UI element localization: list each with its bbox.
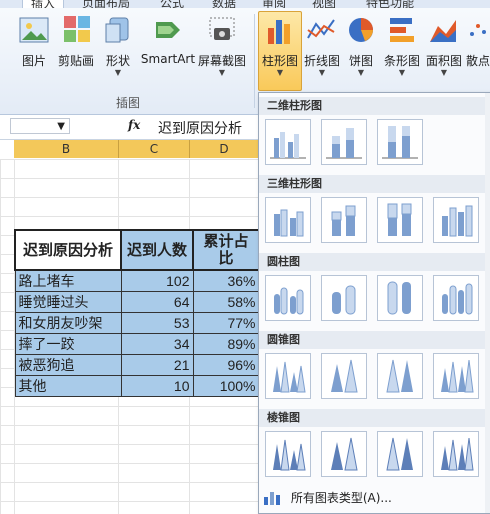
smartart-button[interactable]: SmartArt xyxy=(140,12,196,66)
table-row: 睡觉睡过头 64 58% xyxy=(14,291,260,313)
scatter-chart-icon xyxy=(466,14,490,46)
section-cylinder: 圆柱图 xyxy=(259,253,489,271)
clustered-pyramid-icon[interactable] xyxy=(265,431,311,477)
pie-chart-button[interactable]: 饼图 ▼ xyxy=(344,12,378,77)
screenshot-button[interactable]: 屏幕截图 ▼ xyxy=(196,12,248,77)
bar-chart-label: 条形图 xyxy=(383,54,420,68)
group-separator xyxy=(254,14,255,108)
area-chart-icon xyxy=(428,14,460,46)
shapes-label: 形状 xyxy=(105,54,130,68)
line-chart-label: 折线图 xyxy=(303,54,340,68)
percent-stacked-cylinder-icon[interactable] xyxy=(377,275,423,321)
pie-chart-icon xyxy=(345,14,377,46)
pie-chart-label: 饼图 xyxy=(348,54,373,68)
3d-cylinder-icon[interactable] xyxy=(433,275,479,321)
picture-label: 图片 xyxy=(21,54,46,68)
column-chart-icon xyxy=(264,14,296,46)
picture-icon xyxy=(18,14,50,46)
percent-cell[interactable]: 77% xyxy=(192,312,260,334)
clipart-button[interactable]: 剪贴画 xyxy=(56,12,96,69)
table-row: 摔了一跤 34 89% xyxy=(14,333,260,355)
column-header-d[interactable]: D xyxy=(190,140,259,158)
clustered-column-icon[interactable] xyxy=(265,119,311,165)
table-row: 和女朋友吵架 53 77% xyxy=(14,312,260,334)
3d-stacked-column-icon[interactable] xyxy=(321,197,367,243)
stacked-cylinder-icon[interactable] xyxy=(321,275,367,321)
reason-cell[interactable]: 摔了一跤 xyxy=(14,333,122,355)
column-chart-label: 柱形图 xyxy=(261,54,298,68)
scatter-chart-button[interactable]: 散点 xyxy=(466,12,490,69)
header-cumulative[interactable]: 累计占比 xyxy=(192,229,260,271)
section-3d-column: 三维柱形图 xyxy=(259,175,489,193)
clustered-cylinder-icon[interactable] xyxy=(265,275,311,321)
fx-icon[interactable]: fx xyxy=(128,118,140,132)
screenshot-icon xyxy=(206,14,238,46)
count-cell[interactable]: 21 xyxy=(120,354,194,376)
percent-cell[interactable]: 36% xyxy=(192,269,260,292)
percent-stacked-pyramid-icon[interactable] xyxy=(377,431,423,477)
all-chart-types-link[interactable]: 所有图表类型(A)... xyxy=(263,489,392,508)
percent-cell[interactable]: 100% xyxy=(192,375,260,397)
percent-cell[interactable]: 96% xyxy=(192,354,260,376)
count-cell[interactable]: 64 xyxy=(120,291,194,313)
all-chart-types-label[interactable]: 所有图表类型(A)... xyxy=(291,491,392,505)
3d-column-icon[interactable] xyxy=(433,197,479,243)
reason-cell[interactable]: 睡觉睡过头 xyxy=(14,291,122,313)
shapes-icon xyxy=(102,14,134,46)
stacked-column-icon[interactable] xyxy=(321,119,367,165)
reason-cell[interactable]: 路上堵车 xyxy=(14,269,122,292)
reason-cell[interactable]: 和女朋友吵架 xyxy=(14,312,122,334)
table-row: 其他 10 100% xyxy=(14,375,260,397)
3d-pyramid-icon[interactable] xyxy=(433,431,479,477)
bar-chart-button[interactable]: 条形图 ▼ xyxy=(382,12,422,77)
data-table: 迟到原因分析 迟到人数 累计占比 路上堵车 102 36% 睡觉睡过头 64 5… xyxy=(14,229,260,397)
count-cell[interactable]: 53 xyxy=(120,312,194,334)
scatter-chart-label: 散点 xyxy=(466,54,490,68)
3d-cone-icon[interactable] xyxy=(433,353,479,399)
name-box[interactable]: ▼ xyxy=(10,118,70,134)
column-header-c[interactable]: C xyxy=(119,140,190,158)
column-header-b[interactable]: B xyxy=(14,140,119,158)
percent-stacked-column-icon[interactable] xyxy=(377,119,423,165)
section-cone: 圆锥图 xyxy=(259,331,489,349)
stacked-pyramid-icon[interactable] xyxy=(321,431,367,477)
percent-cell[interactable]: 89% xyxy=(192,333,260,355)
reason-cell[interactable]: 被恶狗追 xyxy=(14,354,122,376)
line-chart-button[interactable]: 折线图 ▼ xyxy=(302,12,342,77)
count-cell[interactable]: 34 xyxy=(120,333,194,355)
count-cell[interactable]: 10 xyxy=(120,375,194,397)
stacked-cone-icon[interactable] xyxy=(321,353,367,399)
area-chart-button[interactable]: 面积图 ▼ xyxy=(424,12,464,77)
illustrations-group-label: 插图 xyxy=(116,96,141,110)
section-2d-column: 二维柱形图 xyxy=(259,97,489,115)
3d-clustered-column-icon[interactable] xyxy=(265,197,311,243)
table-row: 路上堵车 102 36% xyxy=(14,269,260,292)
header-reason[interactable]: 迟到原因分析 xyxy=(14,229,122,271)
header-count[interactable]: 迟到人数 xyxy=(120,229,194,271)
table-row: 被恶狗追 21 96% xyxy=(14,354,260,376)
bar-chart-icon xyxy=(386,14,418,46)
screenshot-label: 屏幕截图 xyxy=(197,54,246,68)
column-chart-dropdown: 二维柱形图 三维柱形图 圆柱图 圆锥图 棱锥图 所有图表类型(A)... xyxy=(258,92,490,514)
picture-button[interactable]: 图片 xyxy=(14,12,54,69)
3d-percent-stacked-column-icon[interactable] xyxy=(377,197,423,243)
smartart-icon xyxy=(152,14,184,46)
shapes-button[interactable]: 形状 ▼ xyxy=(98,12,138,77)
reason-cell[interactable]: 其他 xyxy=(14,375,122,397)
clipart-icon xyxy=(60,14,92,46)
area-chart-label: 面积图 xyxy=(425,54,462,68)
count-cell[interactable]: 102 xyxy=(120,269,194,292)
column-chart-button[interactable]: 柱形图 ▼ xyxy=(258,11,302,91)
chart-types-icon xyxy=(263,489,281,508)
dropdown-scrollbar[interactable] xyxy=(485,93,490,513)
percent-stacked-cone-icon[interactable] xyxy=(377,353,423,399)
clustered-cone-icon[interactable] xyxy=(265,353,311,399)
percent-cell[interactable]: 58% xyxy=(192,291,260,313)
smartart-label: SmartArt xyxy=(140,52,196,66)
clipart-label: 剪贴画 xyxy=(57,54,94,68)
section-pyramid: 棱锥图 xyxy=(259,409,489,427)
formula-value[interactable]: 迟到原因分析 xyxy=(158,118,242,138)
line-chart-icon xyxy=(306,14,338,46)
